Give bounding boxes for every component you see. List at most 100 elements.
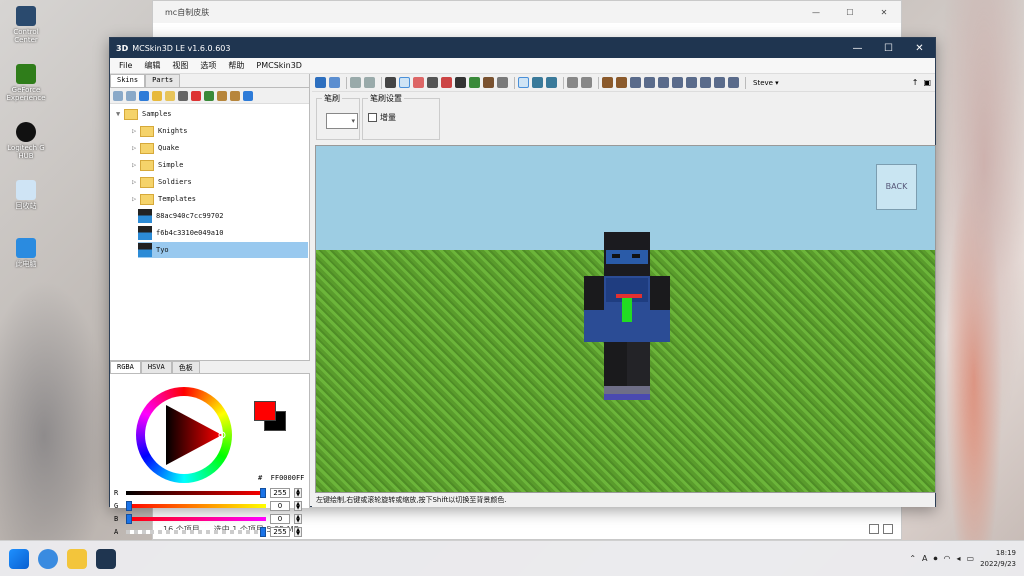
camera-tool-icon[interactable] <box>385 77 396 88</box>
volume-icon[interactable]: ◂ <box>957 554 961 563</box>
a-value-field[interactable]: 255 <box>270 527 290 537</box>
expanded-arrow-icon[interactable]: ▼ <box>116 110 124 118</box>
increase-checkbox[interactable]: 增量 <box>368 112 396 123</box>
layout-icon[interactable] <box>230 90 240 101</box>
zoom-in-icon[interactable] <box>113 90 123 101</box>
file-explorer-icon[interactable] <box>67 548 87 569</box>
arrow-up-icon[interactable]: ↑ <box>912 78 919 87</box>
mcskin3d-window[interactable]: 3D MCSkin3D LE v1.6.0.603 — ☐ ✕ File 编辑 … <box>109 37 936 537</box>
clone-icon[interactable] <box>178 90 188 101</box>
maximize-icon[interactable]: ☐ <box>873 43 904 54</box>
grid-toggle-icon[interactable] <box>567 77 578 88</box>
part-left-leg-icon[interactable] <box>686 77 697 88</box>
dropper-tool-icon[interactable] <box>427 77 438 88</box>
zoom-out-icon[interactable] <box>126 90 136 101</box>
collapsed-arrow-icon[interactable]: ▷ <box>132 195 140 203</box>
wifi-icon[interactable]: ◠ <box>944 554 951 563</box>
part-left-arm-icon[interactable] <box>658 77 669 88</box>
brush-dropdown[interactable]: ▾ <box>326 113 358 129</box>
close-icon[interactable]: ✕ <box>867 8 901 17</box>
dodge-tool-icon[interactable] <box>441 77 452 88</box>
tree-folder[interactable]: ▷ Simple <box>132 157 183 173</box>
color-triangle[interactable] <box>136 387 232 483</box>
desktop-icon-recycle-bin[interactable]: 回收站 <box>4 180 48 210</box>
menu-file[interactable]: File <box>114 61 137 70</box>
model-dropdown[interactable]: Steve ▾ <box>753 79 779 87</box>
g-slider[interactable] <box>126 501 266 511</box>
view-2d-icon[interactable] <box>532 77 543 88</box>
part-pants-icon[interactable] <box>728 77 739 88</box>
b-spinner[interactable]: ▲ ▼ <box>294 514 302 524</box>
new-folder-icon[interactable] <box>165 90 175 101</box>
b-value-field[interactable]: 0 <box>270 514 290 524</box>
tab-palette[interactable]: 色板 <box>171 361 200 373</box>
close-icon[interactable]: ✕ <box>904 43 935 54</box>
collapsed-arrow-icon[interactable]: ▷ <box>132 144 140 152</box>
color-wheel[interactable] <box>136 387 232 483</box>
r-slider[interactable] <box>126 488 266 498</box>
details-view-icon[interactable] <box>869 524 879 534</box>
battery-icon[interactable]: ▭ <box>967 554 975 563</box>
refresh-icon[interactable] <box>243 90 253 101</box>
r-spinner[interactable]: ▲ ▼ <box>294 488 302 498</box>
collapsed-arrow-icon[interactable]: ▷ <box>132 127 140 135</box>
tree-folder[interactable]: ▷ Templates <box>132 191 196 207</box>
tree-folder[interactable]: ▷ Quake <box>132 140 179 156</box>
a-slider[interactable] <box>126 527 266 537</box>
part-right-leg-icon[interactable] <box>700 77 711 88</box>
collapsed-arrow-icon[interactable]: ▷ <box>132 178 140 186</box>
b-slider[interactable] <box>126 514 266 524</box>
ghost-toggle-icon[interactable] <box>581 77 592 88</box>
tab-hsva[interactable]: HSVA <box>140 361 172 373</box>
tab-rgba[interactable]: RGBA <box>110 361 141 373</box>
microphone-icon[interactable]: ⏺ <box>934 554 938 564</box>
minimize-icon[interactable]: — <box>842 43 873 54</box>
tab-parts[interactable]: Parts <box>145 74 181 87</box>
menu-view[interactable]: 视图 <box>167 60 193 71</box>
view-hybrid-icon[interactable] <box>546 77 557 88</box>
chevron-up-icon[interactable]: ⌃ <box>909 554 916 563</box>
tiles-view-icon[interactable] <box>883 524 893 534</box>
edge-icon[interactable] <box>38 548 58 569</box>
tree-folder[interactable]: ▷ Knights <box>132 123 188 139</box>
skin-model[interactable] <box>316 146 936 493</box>
slider-knob[interactable] <box>260 527 266 537</box>
eraser-tool-icon[interactable] <box>413 77 424 88</box>
collapsed-arrow-icon[interactable]: ▷ <box>132 161 140 169</box>
pencil-tool-icon[interactable] <box>399 77 410 88</box>
part-jacket-icon[interactable] <box>644 77 655 88</box>
menu-pmcskin3d[interactable]: PMCSkin3D <box>251 61 307 70</box>
tree-skin[interactable]: 88ac940c7cc99702 <box>138 208 304 224</box>
noise-tool-icon[interactable] <box>469 77 480 88</box>
3d-viewport[interactable]: BACK <box>315 145 936 493</box>
redo-icon[interactable] <box>364 77 375 88</box>
delete-icon[interactable] <box>191 90 201 101</box>
grid-icon[interactable] <box>217 90 227 101</box>
save-icon[interactable] <box>315 77 326 88</box>
mcskin3d-taskbar-icon[interactable] <box>96 548 116 569</box>
start-icon[interactable] <box>9 548 29 569</box>
checkbox-box[interactable] <box>368 113 377 122</box>
tree-skin[interactable]: f6b4c3310e049a10 <box>138 225 304 241</box>
menu-options[interactable]: 选项 <box>195 60 221 71</box>
menu-edit[interactable]: 编辑 <box>139 60 165 71</box>
minimize-icon[interactable]: — <box>799 8 833 17</box>
stamp-tool-icon[interactable] <box>497 77 508 88</box>
maximize-icon[interactable]: ☐ <box>833 8 867 17</box>
part-head-icon[interactable] <box>602 77 613 88</box>
slider-knob[interactable] <box>126 501 132 511</box>
tree-root[interactable]: ▼ Samples <box>116 106 172 122</box>
desktop-icon-ghub[interactable]: Logitech G HUB <box>4 122 48 160</box>
a-spinner[interactable]: ▲ ▼ <box>294 527 302 537</box>
desktop-icon-geforce[interactable]: GeForce Experience <box>4 64 48 102</box>
g-spinner[interactable]: ▲ ▼ <box>294 501 302 511</box>
slider-knob[interactable] <box>126 514 132 524</box>
undo-icon[interactable] <box>350 77 361 88</box>
part-sleeve-icon[interactable] <box>714 77 725 88</box>
part-right-arm-icon[interactable] <box>672 77 683 88</box>
desktop-icon-this-pc[interactable]: 此电脑 <box>4 238 48 268</box>
bucket-tool-icon[interactable] <box>483 77 494 88</box>
tab-skins[interactable]: Skins <box>110 74 146 87</box>
desktop-icon-control-center[interactable]: Control Center <box>4 6 48 44</box>
part-helmet-icon[interactable] <box>616 77 627 88</box>
